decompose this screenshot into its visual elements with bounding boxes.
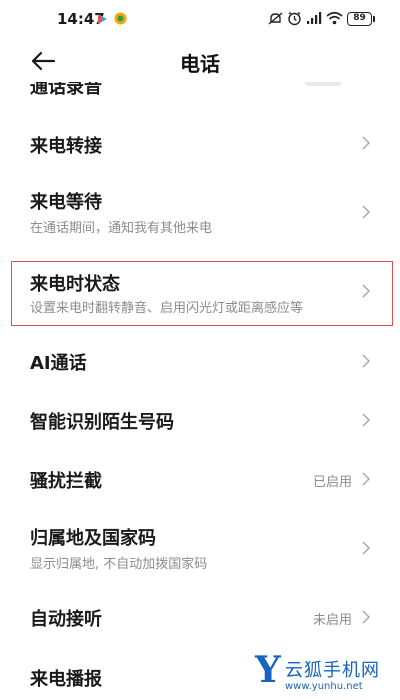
chevron-right-icon — [362, 284, 371, 298]
alarm-icon — [288, 11, 301, 26]
list-item-subtitle: 设置来电时翻转静音、启用闪光灯或距离感应等 — [30, 301, 304, 316]
list-item-value — [304, 82, 342, 86]
chevron-right-icon — [362, 472, 371, 486]
list-item-title: AI通话 — [30, 353, 87, 374]
list-item-subtitle: 在通话期间，通知我有其他来电 — [30, 221, 213, 236]
list-item-title: 来电播报 — [30, 669, 102, 690]
list-item-subtitle: 显示归属地, 不自动加拨国家码 — [30, 557, 208, 572]
chevron-right-icon — [362, 354, 371, 368]
status-bar: 14:47 89 — [0, 0, 400, 40]
chevron-right-icon — [362, 413, 371, 427]
header: 电话 — [0, 40, 400, 82]
wifi-icon — [326, 11, 343, 25]
list-item-title: 自动接听 — [30, 609, 102, 630]
notification-off-icon — [268, 12, 283, 25]
page-title: 电话 — [180, 52, 220, 76]
list-item-title: 归属地及国家码 — [30, 528, 156, 549]
chevron-right-icon — [362, 610, 371, 624]
watermark-logo: Y 云狐手机网 www.yunhu.net — [255, 650, 395, 698]
app-badge-icon — [114, 12, 127, 25]
list-item-call-forwarding[interactable]: 来电转接 — [0, 118, 400, 168]
list-item-title: 智能识别陌生号码 — [30, 412, 174, 433]
list-item-ai-call[interactable]: AI通话 — [0, 336, 400, 386]
list-item-title: 来电等待 — [30, 192, 102, 213]
list-item-title: 骚扰拦截 — [30, 471, 102, 492]
watermark-name: 云狐手机网 — [285, 660, 380, 681]
chevron-right-icon — [362, 205, 371, 219]
list-item-incoming-call-status[interactable]: 来电时状态 设置来电时翻转静音、启用闪光灯或距离感应等 — [0, 262, 400, 326]
list-item-value: 已启用 — [312, 475, 352, 490]
battery-icon: 89 — [347, 12, 375, 26]
signal-icon — [307, 12, 322, 24]
watermark-url: www.yunhu.net — [285, 681, 363, 692]
chevron-right-icon — [362, 136, 371, 150]
list-item-location-country-code[interactable]: 归属地及国家码 显示归属地, 不自动加拨国家码 — [0, 516, 400, 580]
watermark-letter: Y — [255, 649, 281, 691]
list-item-smart-identify[interactable]: 智能识别陌生号码 — [0, 396, 400, 446]
list-item-value: 未启用 — [312, 613, 352, 628]
list-item-harassment-block[interactable]: 骚扰拦截 已启用 — [0, 455, 400, 505]
list-item-title: 来电转接 — [30, 136, 102, 157]
chevron-right-icon — [362, 541, 371, 555]
play-store-icon — [98, 14, 107, 24]
list-item-title: 来电时状态 — [30, 274, 120, 295]
list-item-call-waiting[interactable]: 来电等待 在通话期间，通知我有其他来电 — [0, 180, 400, 244]
list-item-clipped[interactable]: 通话录音 — [0, 82, 400, 96]
list-item-title: 通话录音 — [30, 82, 102, 96]
list-item-auto-answer[interactable]: 自动接听 未启用 — [0, 592, 400, 642]
